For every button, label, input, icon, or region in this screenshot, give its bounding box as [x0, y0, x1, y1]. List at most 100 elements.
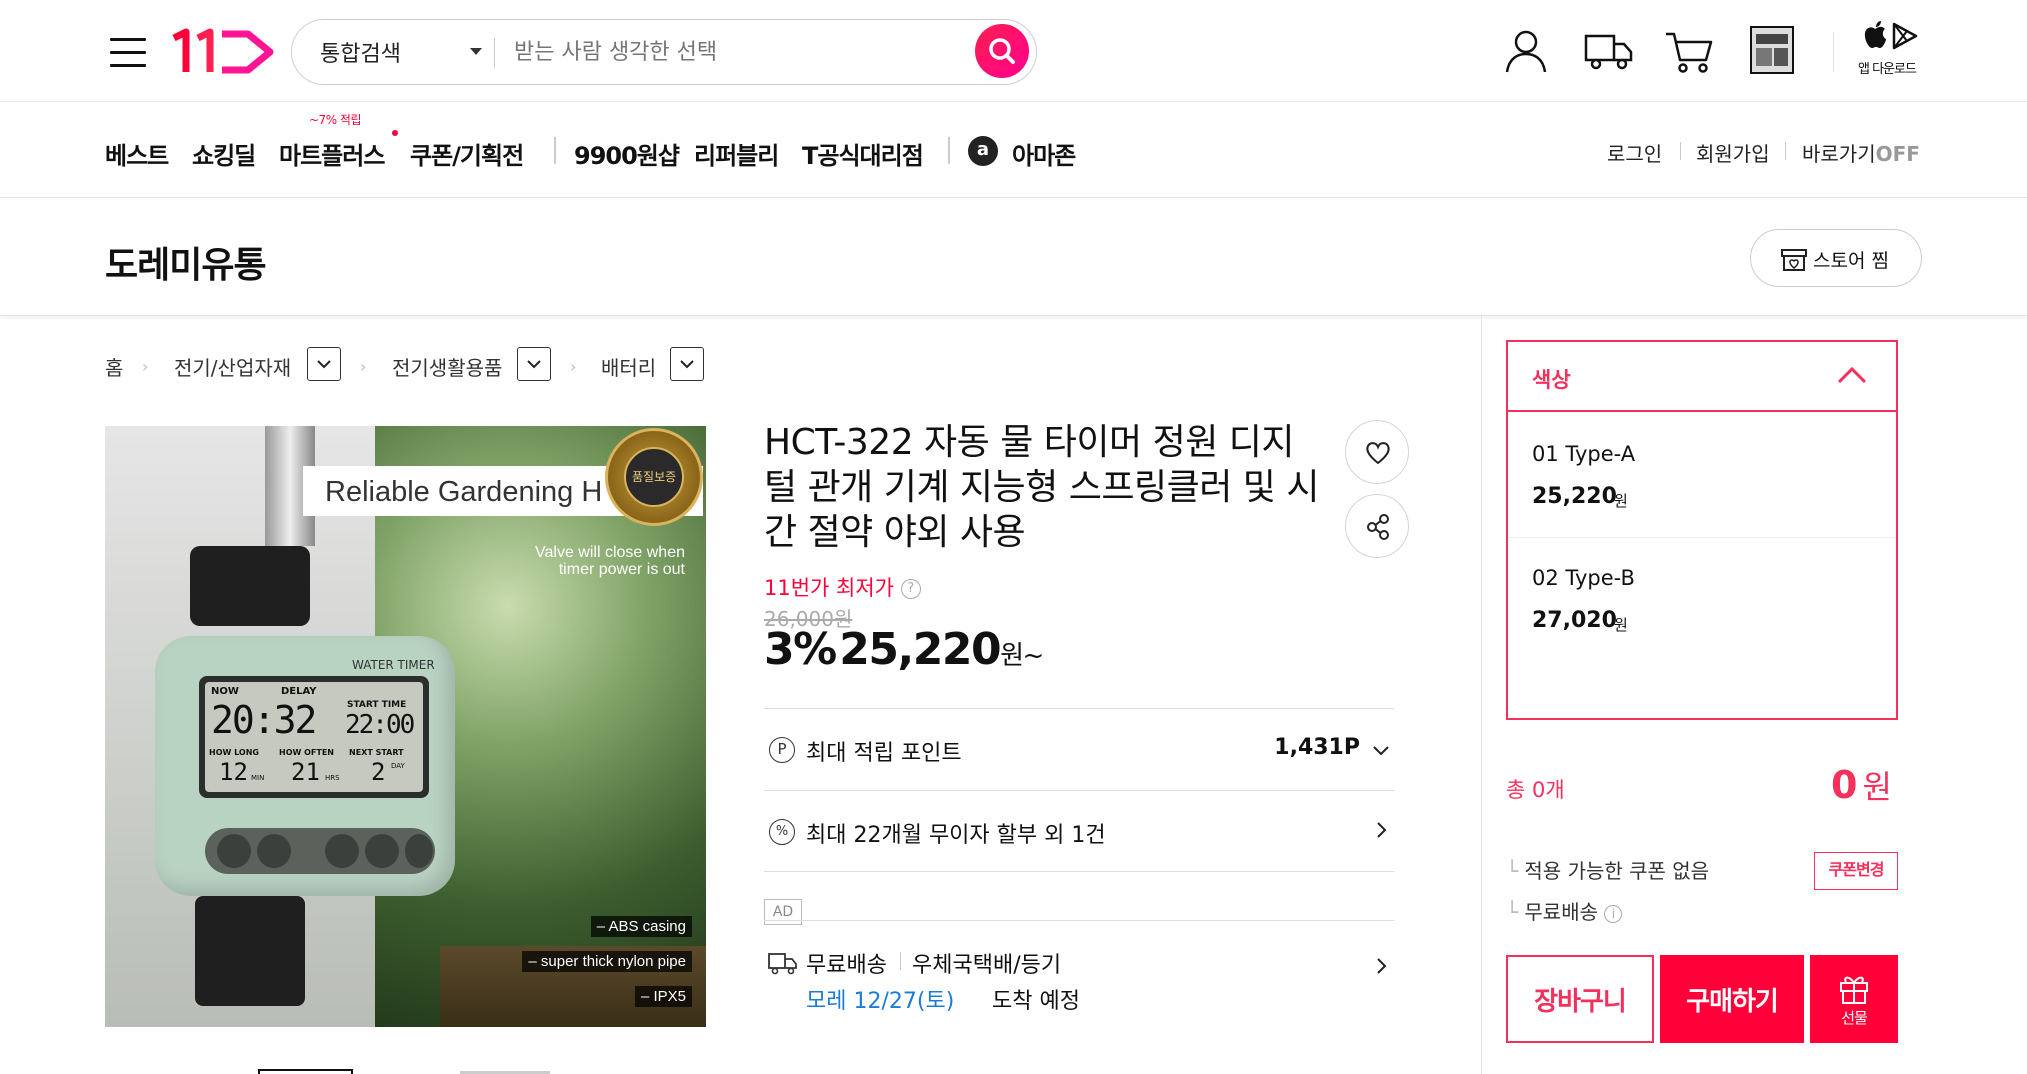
chevron-right-icon	[1377, 958, 1387, 974]
point-icon: P	[769, 737, 795, 763]
amazon-icon: a	[968, 136, 998, 166]
installment-row[interactable]: % 최대 22개월 무이자 할부 외 1건	[764, 791, 1394, 871]
sale-price: 3% 25,220원~	[764, 624, 1044, 675]
chevron-down-icon	[317, 360, 331, 369]
search-bar: 통합검색	[291, 19, 1037, 85]
points-row[interactable]: P 최대 적립 포인트 1,431P	[764, 709, 1394, 789]
chevron-down-icon	[1373, 746, 1389, 756]
share-icon	[1367, 514, 1389, 540]
share-button[interactable]	[1345, 494, 1409, 558]
lcd-screen: NOW DELAY 20:32 START TIME 22:00 HOW LON…	[199, 676, 429, 798]
menu-icon[interactable]	[110, 38, 146, 68]
water-timer-device: WATER TIMER NOW DELAY 20:32 START TIME 2…	[155, 636, 455, 896]
breadcrumb-dropdown[interactable]	[307, 347, 341, 381]
points-value: 1,431P	[1274, 735, 1360, 760]
coupon-info: └ 적용 가능한 쿠폰 없음	[1506, 859, 1710, 883]
nav-item-coupon[interactable]: 쿠폰/기획전	[410, 136, 524, 171]
option-header[interactable]: 색상	[1508, 342, 1896, 412]
free-shipping-info: └ 무료배송 i	[1506, 896, 1623, 925]
option-item[interactable]: 01 Type-A 25,220 원	[1508, 414, 1896, 538]
store-heart-icon	[1781, 249, 1807, 271]
cart-icon[interactable]	[1664, 30, 1714, 74]
search-scope-select[interactable]: 통합검색	[320, 36, 490, 68]
info-icon: i	[1604, 904, 1623, 923]
breadcrumb-home[interactable]: 홈	[105, 352, 123, 381]
user-icon[interactable]	[1504, 28, 1548, 74]
option-select-box: 색상 01 Type-A 25,220 원 02 Type-B 27,020 원	[1506, 340, 1898, 720]
login-link[interactable]: 로그인	[1607, 138, 1662, 167]
product-title: HCT-322 자동 물 타이머 정원 디지털 관개 기계 지능형 스프링클러 …	[764, 422, 1319, 553]
app-download-label: 앱 다운로드	[1858, 62, 1917, 77]
wishlist-button[interactable]	[1345, 420, 1409, 484]
seal-text: 품질보증	[632, 470, 677, 484]
store-zzim-label: 스토어 찜	[1813, 250, 1889, 272]
buy-now-button[interactable]: 구매하기	[1660, 955, 1804, 1043]
discount-rate: 3%	[764, 624, 837, 675]
percent-icon: %	[769, 819, 795, 845]
store-bar	[0, 198, 2027, 316]
nav-item-refurbly[interactable]: 리퍼블리	[694, 136, 779, 171]
total-count: 총 0개	[1506, 778, 1565, 802]
thumbnail-selected[interactable]	[258, 1069, 353, 1074]
chevron-right-icon	[1377, 822, 1387, 838]
help-icon: ?	[900, 579, 921, 599]
coupon-change-button[interactable]: 쿠폰변경	[1814, 852, 1898, 890]
nav-item-mart-plus[interactable]: 마트플러스	[279, 136, 385, 171]
breadcrumb-dropdown[interactable]	[517, 347, 551, 381]
add-to-cart-button[interactable]: 장바구니	[1506, 955, 1654, 1043]
option-item[interactable]: 02 Type-B 27,020 원	[1508, 538, 1896, 662]
search-input[interactable]	[514, 34, 944, 70]
chevron-down-icon	[527, 360, 541, 369]
top-header: 통합검색 앱 다운로드	[0, 0, 2027, 102]
signup-link[interactable]: 회원가입	[1696, 138, 1770, 167]
guarantee-seal: 품질보증	[605, 428, 703, 526]
apple-icon	[1864, 21, 1886, 48]
delivery-date: 모레 12/27(토)	[806, 989, 955, 1014]
delivery-truck-icon[interactable]	[1584, 32, 1634, 72]
product-image[interactable]: Reliable Gardening H 품질보증 Valve will clo…	[105, 426, 706, 1027]
heart-icon	[1366, 442, 1390, 465]
nav-item-amazon[interactable]: 아마존	[1012, 136, 1076, 171]
breadcrumb-battery[interactable]: 배터리	[601, 352, 656, 381]
total-price: 0 원	[1831, 763, 1892, 807]
option-item-name: 01 Type-A	[1532, 442, 1636, 466]
breadcrumb-electric[interactable]: 전기/산업자재	[174, 352, 291, 381]
chevron-right-icon: ›	[142, 357, 149, 376]
feature-list: – ABS casing – super thick nylon pipe – …	[522, 916, 692, 1007]
nav-item-t-official[interactable]: T공식대리점	[802, 136, 924, 171]
recent-view-thumbnail[interactable]	[1750, 26, 1794, 74]
option-item-price: 27,020	[1532, 608, 1617, 633]
image-headline: Reliable Gardening H	[325, 476, 603, 508]
shipping-row[interactable]: 무료배송 우체국택배/등기 모레 12/27(토) 도착 예정	[764, 921, 1394, 1021]
app-download[interactable]: 앱 다운로드	[1858, 20, 1928, 80]
chevron-right-icon: ›	[360, 357, 367, 376]
shortcut-toggle[interactable]: 바로가기OFF	[1802, 138, 1920, 167]
valve-note: Valve will close when timer power is out	[535, 544, 685, 578]
device-label: WATER TIMER	[352, 658, 435, 672]
search-button[interactable]	[975, 24, 1029, 78]
nav-item-best[interactable]: 베스트	[105, 136, 169, 171]
nav-item-shocking-deal[interactable]: 쇼킹딜	[192, 136, 256, 171]
chevron-down-icon	[470, 48, 482, 55]
option-item-price: 25,220	[1532, 484, 1617, 509]
gift-button[interactable]: 선물	[1810, 955, 1898, 1043]
logo[interactable]	[168, 28, 276, 76]
chevron-down-icon	[680, 360, 694, 369]
chevron-up-icon	[1837, 366, 1867, 384]
search-icon	[989, 38, 1015, 64]
option-header-label: 색상	[1532, 368, 1571, 392]
google-play-icon	[1892, 22, 1918, 50]
breadcrumb-living[interactable]: 전기생활용품	[392, 352, 502, 381]
store-zzim-button[interactable]: 스토어 찜	[1750, 229, 1922, 287]
option-item-name: 02 Type-B	[1532, 566, 1635, 590]
store-name[interactable]: 도레미유통	[105, 236, 267, 288]
lowest-price-label[interactable]: 11번가 최저가 ?	[764, 572, 921, 602]
truck-icon	[768, 953, 797, 975]
gift-label: 선물	[1841, 1008, 1868, 1027]
mart-plus-badge: ~7% 적립	[309, 113, 362, 127]
nav-item-9900-shop[interactable]: 9900원샵	[574, 136, 680, 171]
breadcrumb-dropdown[interactable]	[670, 347, 704, 381]
chevron-right-icon: ›	[570, 357, 577, 376]
search-scope-label: 통합검색	[320, 42, 401, 67]
new-dot	[392, 130, 398, 136]
